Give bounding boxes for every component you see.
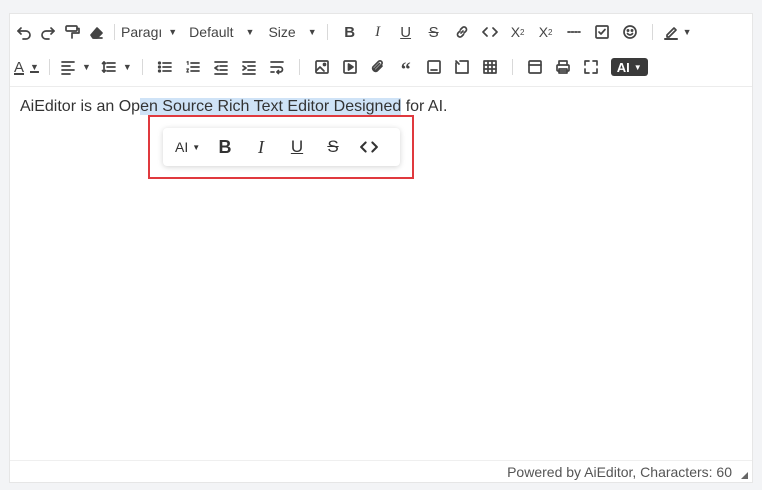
format-painter-icon[interactable] <box>60 20 84 44</box>
image-icon[interactable] <box>310 55 334 79</box>
font-family-select[interactable]: Default ▼ <box>189 20 254 44</box>
toolbar-divider <box>48 59 50 75</box>
code-icon[interactable] <box>478 20 502 44</box>
toolbar-divider <box>651 24 653 40</box>
attachment-icon[interactable] <box>366 55 390 79</box>
chevron-down-icon: ▼ <box>245 27 255 37</box>
toolbar-divider <box>141 59 143 75</box>
bubble-code-button[interactable] <box>351 132 387 162</box>
ai-menu-button[interactable]: AI ▼ <box>610 55 648 79</box>
toolbar-divider <box>326 24 328 40</box>
status-bar: Powered by AiEditor, Characters: 60 <box>10 460 752 482</box>
source-code-icon[interactable] <box>523 55 547 79</box>
bubble-underline-button[interactable]: U <box>279 132 315 162</box>
line-height-icon[interactable]: ▼ <box>101 55 132 79</box>
table-icon[interactable] <box>478 55 502 79</box>
editor-toolbar: Paragı ▼ Default ▼ Size ▼ B I U S X2 X2 ▼ A… <box>10 14 752 87</box>
font-size-label: Size <box>268 24 296 40</box>
outdent-icon[interactable] <box>209 55 233 79</box>
rich-text-editor: Paragı ▼ Default ▼ Size ▼ B I U S X2 X2 ▼ A… <box>9 13 753 483</box>
bubble-ai-label: AI <box>175 139 189 155</box>
chevron-down-icon: ▼ <box>307 27 317 37</box>
chevron-down-icon: ▼ <box>633 62 642 72</box>
toolbar-row-2: A ▼ ▼ ▼ “ AI ▼ <box>10 53 648 81</box>
bullet-list-icon[interactable] <box>153 55 177 79</box>
chevron-down-icon: ▼ <box>168 27 178 37</box>
video-icon[interactable] <box>338 55 362 79</box>
chevron-down-icon: ▼ <box>192 142 201 152</box>
code-icon <box>360 141 378 153</box>
bubble-strikethrough-button[interactable]: S <box>315 132 351 162</box>
font-family-label: Default <box>189 24 234 40</box>
toolbar-divider <box>298 59 300 75</box>
eraser-icon[interactable] <box>84 20 108 44</box>
selected-text: en Source Rich Text Editor Designed <box>140 98 402 115</box>
chevron-down-icon: ▼ <box>682 27 692 37</box>
align-left-icon[interactable]: ▼ <box>60 55 91 79</box>
superscript-icon[interactable]: X2 <box>534 20 558 44</box>
character-count-status: Powered by AiEditor, Characters: 60 <box>507 464 732 480</box>
subscript-icon[interactable]: X2 <box>506 20 530 44</box>
strikethrough-icon: S <box>327 137 339 156</box>
emoji-icon[interactable] <box>618 20 642 44</box>
code-block-icon[interactable] <box>450 55 474 79</box>
strikethrough-icon[interactable]: S <box>422 20 446 44</box>
chevron-down-icon: ▼ <box>81 62 91 72</box>
chevron-down-icon: ▼ <box>122 62 132 72</box>
link-icon[interactable] <box>450 20 474 44</box>
bubble-ai-button[interactable]: AI ▼ <box>175 139 207 155</box>
toolbar-divider <box>114 24 115 40</box>
highlight-color-icon[interactable]: ▼ <box>663 20 692 44</box>
bubble-bold-button[interactable]: B <box>207 132 243 162</box>
resize-handle-icon[interactable] <box>741 472 748 479</box>
toolbar-divider <box>511 59 513 75</box>
editor-content[interactable]: AiEditor is an Open Source Rich Text Edi… <box>20 98 448 116</box>
container-block-icon[interactable] <box>422 55 446 79</box>
bold-icon: B <box>218 136 232 157</box>
font-color-icon[interactable]: A ▼ <box>14 55 39 79</box>
quote-icon[interactable]: “ <box>394 55 418 81</box>
underline-icon[interactable]: U <box>394 20 418 44</box>
line-break-icon[interactable] <box>265 55 289 79</box>
horizontal-rule-icon[interactable] <box>562 20 586 44</box>
chevron-down-icon: ▼ <box>30 62 39 72</box>
ai-menu-label: AI <box>616 59 630 75</box>
bubble-italic-button[interactable]: I <box>243 132 279 162</box>
underline-icon: U <box>290 137 304 156</box>
font-size-select[interactable]: Size ▼ <box>268 20 316 44</box>
printer-icon[interactable] <box>551 55 575 79</box>
indent-icon[interactable] <box>237 55 261 79</box>
toolbar-row-1: Paragı ▼ Default ▼ Size ▼ B I U S X2 X2 ▼ <box>10 18 692 46</box>
heading-select-label: Paragı <box>121 24 163 40</box>
ordered-list-icon[interactable] <box>181 55 205 79</box>
heading-select[interactable]: Paragı ▼ <box>121 20 177 44</box>
bold-icon[interactable]: B <box>338 20 362 44</box>
fullscreen-icon[interactable] <box>579 55 603 79</box>
task-list-icon[interactable] <box>590 20 614 44</box>
undo-icon[interactable] <box>12 20 36 44</box>
bubble-menu: AI ▼ B I U S <box>163 128 400 166</box>
italic-icon: I <box>258 136 264 157</box>
paragraph-text-end: for AI. <box>401 98 448 115</box>
italic-icon[interactable]: I <box>366 20 390 44</box>
paragraph-text: AiEditor is an Op <box>20 98 141 115</box>
redo-icon[interactable] <box>36 20 60 44</box>
